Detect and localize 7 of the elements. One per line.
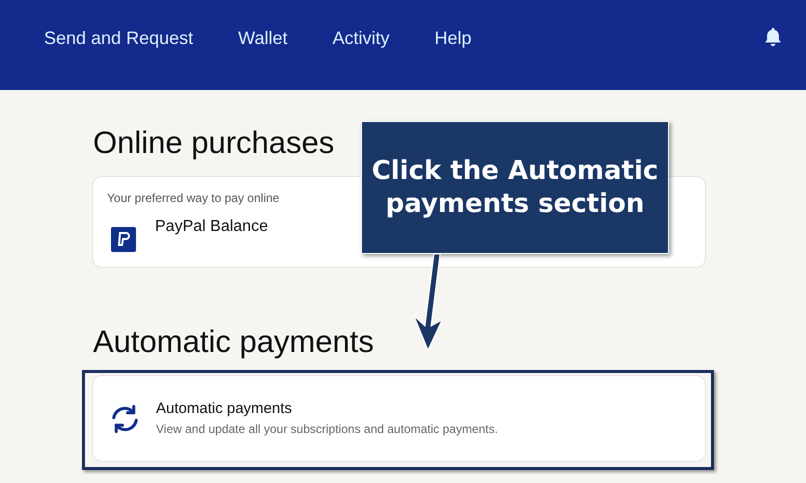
card-description: View and update all your subscriptions and automatic payments. — [156, 421, 498, 437]
section-heading: Automatic payments — [93, 324, 375, 360]
card-caption: Your preferred way to pay online — [107, 191, 280, 205]
card-title: Automatic payments — [156, 400, 293, 418]
payment-method-name: PayPal Balance — [155, 217, 268, 237]
section-heading: Online purchases — [93, 125, 336, 161]
callout-text: Click the Automatic payments section — [370, 155, 660, 221]
